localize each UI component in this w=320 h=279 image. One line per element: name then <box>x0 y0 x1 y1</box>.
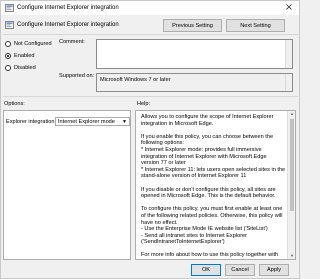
dialog-window: Configure Internet Explorer integration … <box>0 0 300 279</box>
policy-icon <box>5 21 14 29</box>
options-pane: Explorer integration Internet Explorer m… <box>3 110 131 260</box>
next-setting-button[interactable]: Next Setting <box>226 19 285 32</box>
radio-circle[interactable] <box>5 53 11 59</box>
explorer-integration-label: Explorer integration <box>6 118 55 125</box>
radio-circle[interactable] <box>5 65 11 71</box>
radio-disabled[interactable]: Disabled <box>5 65 36 71</box>
dropdown-value: Internet Explorer mode <box>58 118 115 125</box>
radio-enabled[interactable]: Enabled <box>5 53 35 59</box>
close-icon[interactable]: × <box>284 2 294 13</box>
supported-on-label: Supported on: <box>59 73 95 79</box>
help-pane: Allows you to configure the scope of Int… <box>135 110 296 260</box>
chevron-down-icon[interactable]: ▼ <box>122 119 127 125</box>
radio-label: Enabled <box>14 53 35 59</box>
help-paragraph: To configure this policy, you must first… <box>141 206 283 246</box>
help-label: Help: <box>137 101 151 107</box>
supported-on-field: Microsoft Windows 7 or later <box>96 73 293 92</box>
section-divider <box>3 96 298 97</box>
scroll-down-icon[interactable]: ▼ <box>288 253 295 259</box>
radio-label: Not Configured <box>14 41 52 47</box>
help-paragraph: Allows you to configure the scope of Int… <box>141 114 274 127</box>
help-paragraph: For more info about how to use this poli… <box>141 252 279 259</box>
comment-scrollbar[interactable] <box>285 40 292 68</box>
previous-setting-button[interactable]: Previous Setting <box>163 19 222 32</box>
scroll-up-icon[interactable]: ▲ <box>288 111 295 117</box>
cancel-button[interactable]: Cancel <box>225 264 255 276</box>
apply-button[interactable]: Apply <box>259 264 289 276</box>
scroll-thumb[interactable] <box>290 119 294 211</box>
options-label: Options: <box>4 101 25 107</box>
supported-scrollbar[interactable] <box>285 74 292 91</box>
help-paragraph: If you enable this policy, you can choos… <box>141 133 286 180</box>
setting-title: Configure Internet Explorer integration <box>17 22 119 28</box>
radio-not-configured[interactable]: Not Configured <box>5 41 52 47</box>
policy-icon <box>5 4 14 12</box>
ok-button[interactable]: OK <box>191 264 221 276</box>
radio-label: Disabled <box>14 65 36 71</box>
title-bar: Configure Internet Explorer integration … <box>1 1 299 15</box>
help-scrollbar[interactable]: ▲ ▼ <box>287 111 295 259</box>
help-text: Allows you to configure the scope of Int… <box>141 114 286 259</box>
options-row: Explorer integration Internet Explorer m… <box>6 117 130 126</box>
comment-field[interactable] <box>96 39 293 69</box>
integration-mode-dropdown[interactable]: Internet Explorer mode ▼ <box>55 117 130 126</box>
window-title: Configure Internet Explorer integration <box>17 5 119 11</box>
help-paragraph: If you disable or don't configure this p… <box>141 186 276 200</box>
comment-label: Comment: <box>59 39 85 45</box>
supported-on-value: Microsoft Windows 7 or later <box>100 77 171 83</box>
radio-circle[interactable] <box>5 41 11 47</box>
header-divider <box>3 34 298 35</box>
